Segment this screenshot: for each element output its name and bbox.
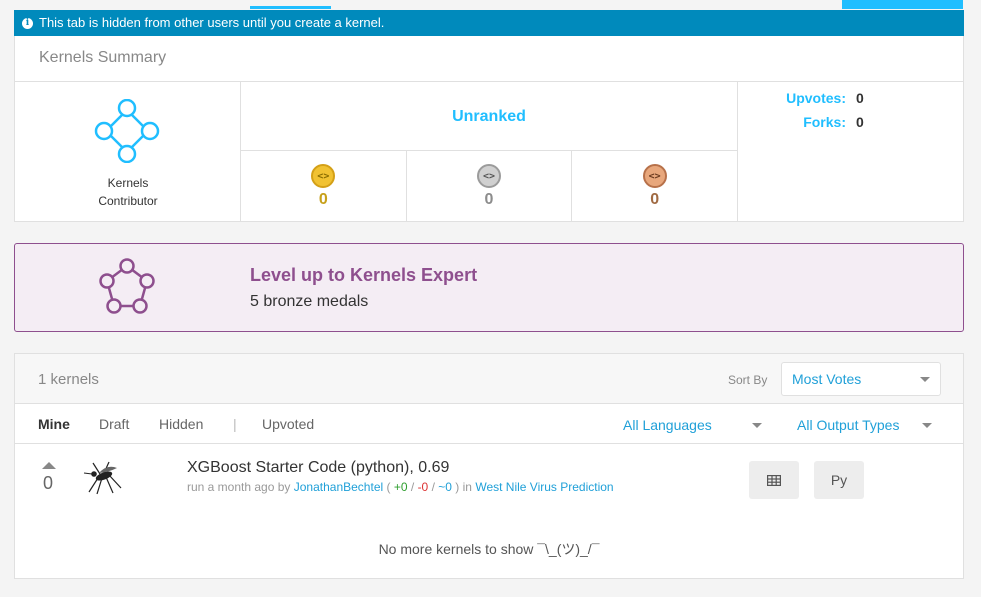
language-filter-value: All Languages	[623, 417, 712, 433]
top-nav-strip	[0, 0, 981, 10]
stat-value: 0	[856, 114, 864, 130]
silver-medal-count: 0	[484, 191, 494, 208]
medal-counts: <> 0 <> 0 <> 0	[241, 151, 738, 221]
author-link[interactable]: JonathanBechtel	[294, 480, 383, 494]
competition-link[interactable]: West Nile Virus Prediction	[475, 480, 613, 494]
tab-draft[interactable]: Draft	[99, 416, 129, 432]
notice-text: This tab is hidden from other users unti…	[39, 15, 385, 30]
stat-label[interactable]: Forks:	[738, 114, 846, 130]
stat-label[interactable]: Upvotes:	[738, 90, 846, 106]
bronze-medal-cell: <> 0	[572, 151, 737, 221]
sort-select-value: Most Votes	[792, 371, 862, 387]
kernels-header: 1 kernels Sort By Most Votes	[15, 354, 963, 404]
bronze-medal-count: 0	[650, 191, 660, 208]
rank-value: Unranked	[241, 82, 738, 151]
bronze-medal-icon: <>	[642, 164, 667, 188]
kernels-list-panel: 1 kernels Sort By Most Votes Mine Draft …	[14, 353, 964, 579]
chevron-down-icon	[920, 377, 930, 382]
kernel-row: 0 XGBoost Starter Code (python), 0.69 ru…	[15, 445, 963, 505]
stats-cell: Upvotes: 0 Forks: 0	[738, 82, 964, 221]
output-type-filter-value: All Output Types	[797, 417, 900, 433]
active-tab-indicator	[250, 6, 331, 9]
tier-label: Kernels Contributor	[98, 176, 158, 208]
no-more-kernels-message: No more kernels to show ¯\_(ツ)_/¯	[378, 541, 600, 557]
kernel-title-link[interactable]: XGBoost Starter Code (python), 0.69	[187, 459, 449, 477]
contributor-tier-icon	[94, 99, 160, 163]
language-filter[interactable]: All Languages	[623, 417, 763, 433]
kernel-tabs: Mine Draft Hidden | Upvoted All Language…	[15, 404, 963, 444]
levelup-title: Level up to Kernels Expert	[250, 265, 478, 285]
upvote-arrow-icon[interactable]	[42, 462, 56, 469]
kernel-meta: run a month ago by JonathanBechtel ( +0 …	[187, 480, 614, 494]
tab-mine[interactable]: Mine	[38, 416, 70, 432]
sort-by-label: Sort By	[728, 373, 768, 387]
output-table-button[interactable]	[749, 461, 799, 499]
expert-tier-icon	[99, 258, 155, 314]
summary-title: Kernels Summary	[39, 49, 167, 66]
gold-medal-icon: <>	[311, 164, 336, 188]
info-icon: i	[22, 17, 33, 29]
level-up-banner: Level up to Kernels Expert 5 bronze meda…	[14, 243, 964, 332]
vote-count: 0	[43, 473, 54, 493]
kernels-summary-panel: Kernels Summary Kernels Contributor Unra…	[14, 36, 964, 222]
stat-forks: Forks: 0	[738, 114, 964, 130]
tab-separator: |	[233, 416, 237, 432]
chevron-down-icon	[752, 423, 762, 428]
minus-count: -0	[417, 480, 429, 494]
silver-medal-cell: <> 0	[407, 151, 573, 221]
language-badge-button[interactable]: Py	[814, 461, 864, 499]
stat-upvotes: Upvotes: 0	[738, 90, 964, 106]
stat-value: 0	[856, 90, 864, 106]
tier-cell: Kernels Contributor	[15, 82, 241, 221]
tab-upvoted[interactable]: Upvoted	[262, 416, 314, 432]
silver-medal-icon: <>	[477, 164, 501, 188]
mosquito-thumbnail-icon	[83, 461, 122, 495]
neutral-count: ~0	[438, 480, 452, 494]
tab-hidden[interactable]: Hidden	[159, 416, 203, 432]
chevron-down-icon	[922, 423, 932, 428]
plus-count: +0	[393, 480, 408, 494]
table-icon	[767, 474, 781, 486]
gold-medal-count: 0	[318, 191, 328, 208]
kernel-count: 1 kernels	[38, 371, 99, 388]
sort-select[interactable]: Most Votes	[781, 362, 941, 396]
output-type-filter[interactable]: All Output Types	[797, 417, 937, 433]
top-action-button[interactable]	[842, 0, 963, 9]
gold-medal-cell: <> 0	[241, 151, 407, 221]
hidden-tab-notice: i This tab is hidden from other users un…	[14, 10, 964, 36]
levelup-subtitle: 5 bronze medals	[250, 293, 369, 310]
